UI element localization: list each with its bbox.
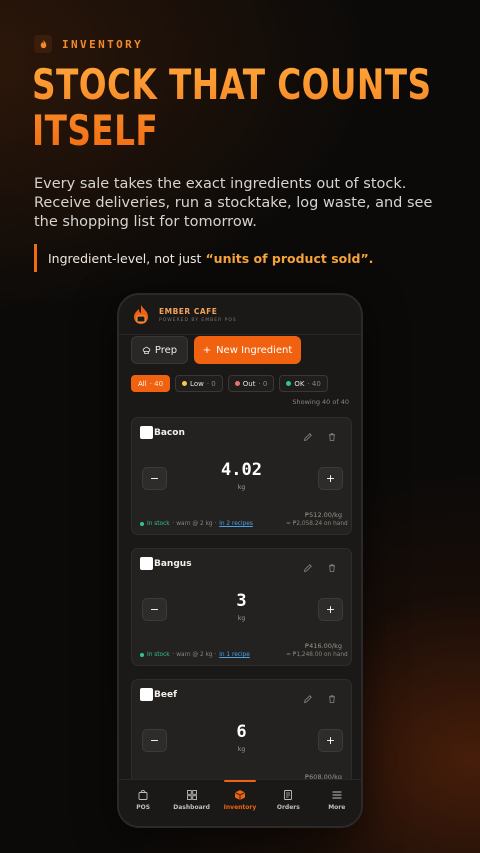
filter-all[interactable]: All · 40 <box>131 375 171 392</box>
filter-ok[interactable]: OK · 40 <box>279 375 328 392</box>
flame-icon <box>34 35 52 53</box>
delete-icon[interactable] <box>327 432 337 442</box>
warn-threshold: · warn @ 2 kg · <box>172 521 217 527</box>
nav-label: Orders <box>276 804 300 811</box>
nav-label: Dashboard <box>173 804 210 811</box>
filter-low[interactable]: Low · 0 <box>175 375 223 392</box>
increment-button[interactable]: + <box>318 729 343 752</box>
nav-label: More <box>328 804 346 811</box>
recipes-link[interactable]: in 1 recipe <box>219 652 250 658</box>
filter-bar: All · 40 Low · 0 Out · 0 OK · 40 <box>131 375 328 392</box>
ingredient-card: Bangus − 3 kg + ₱416.00/kg In stock · wa… <box>131 548 352 666</box>
stock-status: In stock <box>147 521 170 527</box>
brand-tagline: POWERED BY EMBER POS <box>159 317 237 323</box>
nav-pos[interactable]: POS <box>121 789 165 811</box>
ingredient-name: Bacon <box>154 428 185 438</box>
callout-text: Ingredient-level, not just <box>48 250 202 266</box>
status-dot-icon <box>140 522 144 526</box>
nav-orders[interactable]: Orders <box>266 789 310 811</box>
bag-icon <box>138 790 148 800</box>
chef-hat-icon <box>142 346 151 354</box>
nav-more[interactable]: More <box>315 789 359 811</box>
stock-meta: In stock · warn @ 2 kg · in 1 recipe ≈ ₱… <box>140 652 348 658</box>
unit-price: ₱416.00/kg <box>305 642 342 650</box>
on-hand-value: ≈ ₱2,058.24 on hand <box>286 521 348 527</box>
out-dot-icon <box>234 381 240 386</box>
on-hand-value: ≈ ₱1,248.00 on hand <box>286 652 348 658</box>
callout-highlight: “units of product sold”. <box>205 250 374 266</box>
warn-threshold: · warn @ 2 kg · <box>172 652 217 658</box>
result-count: Showing 40 of 40 <box>292 398 349 406</box>
menu-icon <box>332 791 342 799</box>
new-ingredient-label: New Ingredient <box>216 344 293 356</box>
increment-button[interactable]: + <box>318 467 343 490</box>
recipes-link[interactable]: in 2 recipes <box>219 521 253 527</box>
stock-status: In stock <box>147 652 170 658</box>
stock-meta: In stock · warn @ 2 kg · in 2 recipes ≈ … <box>140 521 348 527</box>
box-icon <box>234 790 246 800</box>
filter-count: · 0 <box>258 379 268 388</box>
low-dot-icon <box>182 381 188 386</box>
eyebrow: INVENTORY <box>34 35 143 53</box>
edit-icon[interactable] <box>303 563 313 573</box>
ingredient-name: Bangus <box>154 559 192 569</box>
ingredient-card: Bacon − 4.02 kg + ₱512.00/kg In stock · … <box>131 417 352 535</box>
brand-name: EMBER CAFE <box>159 306 218 316</box>
prep-label: Prep <box>154 344 178 356</box>
ingredient-name: Beef <box>154 690 177 700</box>
filter-label: OK <box>294 379 305 388</box>
ok-dot-icon <box>286 381 292 386</box>
select-checkbox[interactable] <box>140 426 153 439</box>
page-title: STOCK THAT COUNTS ITSELF <box>32 62 453 154</box>
nav-label: POS <box>136 804 151 811</box>
edit-icon[interactable] <box>303 694 313 704</box>
filter-count: · 40 <box>149 379 164 388</box>
filter-out[interactable]: Out · 0 <box>227 375 275 392</box>
prep-button[interactable]: Prep <box>131 336 188 364</box>
delete-icon[interactable] <box>327 694 337 704</box>
nav-label: Inventory <box>223 804 257 811</box>
ember-logo-icon <box>134 304 148 324</box>
status-dot-icon <box>140 653 144 657</box>
phone-mockup: EMBER CAFE POWERED BY EMBER POS Prep + N… <box>117 293 363 828</box>
plus-icon: + <box>202 344 212 356</box>
nav-inventory[interactable]: Inventory <box>218 780 262 811</box>
edit-icon[interactable] <box>303 432 313 442</box>
filter-count: · 0 <box>206 379 216 388</box>
eyebrow-label: INVENTORY <box>62 37 144 51</box>
nav-dashboard[interactable]: Dashboard <box>170 789 214 811</box>
new-ingredient-button[interactable]: + New Ingredient <box>194 336 301 364</box>
filter-label: All <box>138 379 147 388</box>
app-header: EMBER CAFE POWERED BY EMBER POS <box>119 295 361 335</box>
select-checkbox[interactable] <box>140 688 153 701</box>
increment-button[interactable]: + <box>318 598 343 621</box>
delete-icon[interactable] <box>327 563 337 573</box>
receipt-icon <box>284 790 293 800</box>
filter-label: Out <box>242 379 256 388</box>
action-bar: Prep + New Ingredient <box>131 336 301 364</box>
filter-count: · 40 <box>307 379 321 388</box>
callout: Ingredient-level, not just “units of pro… <box>34 244 373 272</box>
unit-price: ₱512.00/kg <box>305 511 342 519</box>
page-subtitle: Every sale takes the exact ingredients o… <box>34 176 433 230</box>
select-checkbox[interactable] <box>140 557 153 570</box>
grid-icon <box>186 790 197 800</box>
filter-label: Low <box>190 379 204 388</box>
bottom-nav: POS Dashboard Inventory Orders More <box>119 779 361 826</box>
